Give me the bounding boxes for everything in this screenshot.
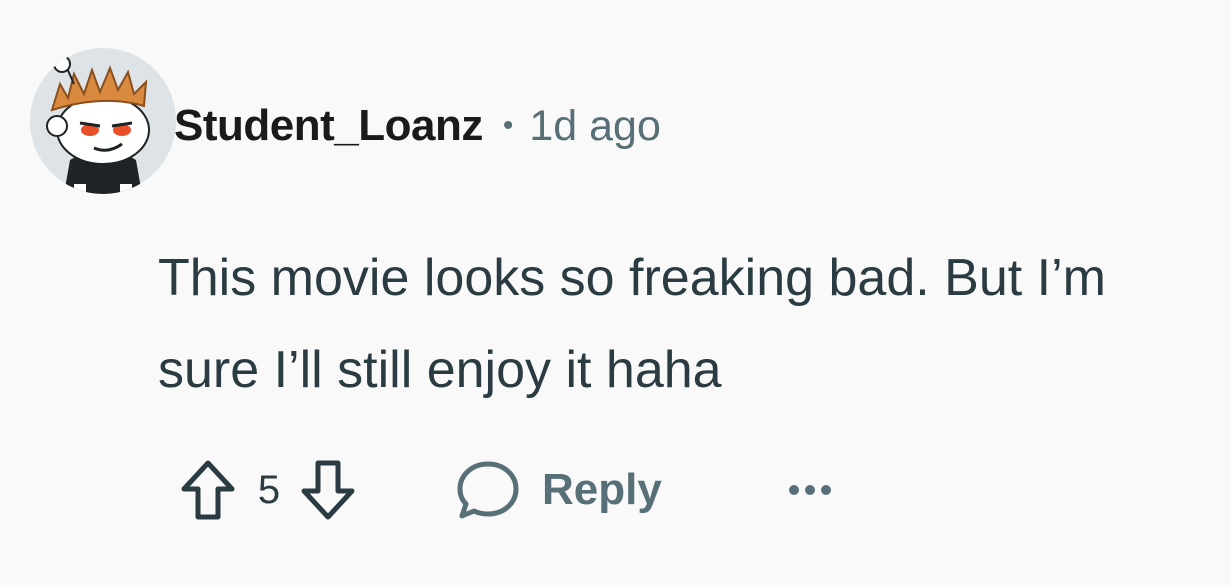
ellipsis-icon [788, 485, 831, 495]
reply-button[interactable]: Reply [456, 458, 662, 522]
speech-bubble-icon [457, 461, 519, 519]
comment-timestamp: 1d ago [529, 101, 661, 150]
upvote-arrow-icon [181, 460, 235, 520]
more-options-button[interactable] [780, 470, 840, 510]
comment-author[interactable]: Student_Loanz [174, 101, 483, 151]
reply-label: Reply [542, 465, 662, 514]
comment-actions: 5 Reply [170, 450, 840, 530]
meta-separator: • [502, 109, 514, 142]
vote-count: 5 [257, 467, 281, 512]
comment: Student_Loanz • 1d ago This movie looks … [0, 0, 1231, 587]
user-avatar[interactable] [30, 48, 176, 194]
upvote-button[interactable] [170, 452, 246, 528]
comment-body: This movie looks so freaking bad. But I’… [158, 249, 1106, 399]
downvote-button[interactable] [290, 452, 366, 528]
snoo-avatar-icon [30, 48, 176, 194]
downvote-arrow-icon [301, 460, 355, 520]
comment-meta: Student_Loanz • 1d ago [174, 96, 661, 156]
